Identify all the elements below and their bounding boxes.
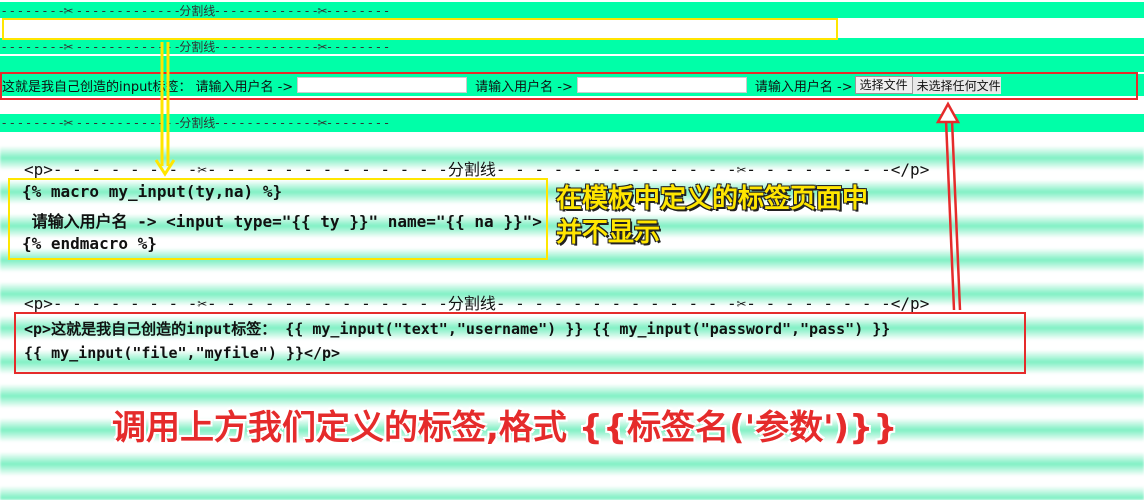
annotation-arrows [154,42,962,311]
yellow-arrow [154,42,176,177]
red-arrow [935,101,962,311]
